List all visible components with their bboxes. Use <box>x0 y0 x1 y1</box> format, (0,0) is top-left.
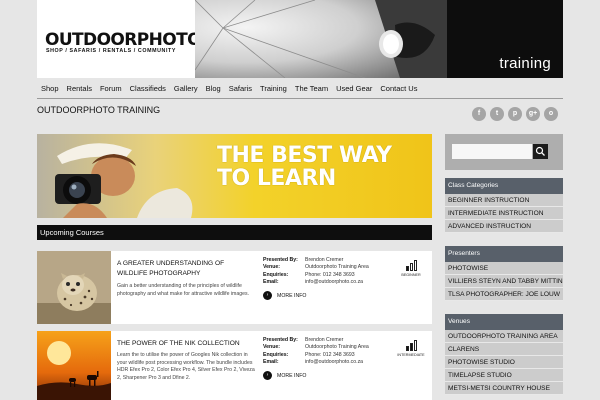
course-thumbnail-cheetah[interactable] <box>37 251 111 324</box>
instagram-icon[interactable]: o <box>544 107 558 121</box>
level-bar <box>405 346 409 351</box>
level-bar <box>405 266 409 271</box>
sidebar-item-clarens[interactable]: CLARENS <box>445 343 563 356</box>
presenter-value: Brendon Cremer <box>305 337 344 343</box>
venue-label: Venue: <box>263 264 281 271</box>
more-info-label: MORE INFO <box>277 372 307 379</box>
presenters-panel: Presenters PHOTOWISE VILLIERS STEYN AND … <box>445 246 563 301</box>
enquiries-value: Phone: 012 348 3693 <box>305 351 355 358</box>
level-indicator: INTERMEDIATE <box>397 340 425 357</box>
course-card: A GREATER UNDERSTANDING OF WILDLIFE PHOT… <box>37 251 432 324</box>
email-label: Email: <box>263 358 279 365</box>
promo-banner[interactable]: THE BEST WAY TO LEARN <box>37 134 432 218</box>
sidebar-item-timelapse-studio[interactable]: TIMELAPSE STUDIO <box>445 369 563 382</box>
site-header: OUTDOORPHOTO SHOP / SAFARIS / RENTALS / … <box>37 0 563 78</box>
chevron-right-icon: › <box>263 291 272 300</box>
venues-panel: Venues OUTDOORPHOTO TRAINING AREA CLAREN… <box>445 314 563 395</box>
enquiries-value: Phone: 012 348 3693 <box>305 271 355 278</box>
header-umbrella-photo <box>195 0 447 78</box>
level-bars-icon <box>397 340 425 351</box>
nav-item-classifieds[interactable]: Classifieds <box>126 80 170 98</box>
sidebar-item-photowise[interactable]: PHOTOWISE <box>445 262 563 275</box>
nav-item-used-gear[interactable]: Used Gear <box>332 80 376 98</box>
sidebar-item-joe-louw[interactable]: TLSA PHOTOGRAPHER: JOE LOUW <box>445 288 563 301</box>
banner-line-1: THE BEST WAY <box>217 143 392 168</box>
email-label: Email: <box>263 278 279 285</box>
main-nav: Shop Rentals Forum Classifieds Gallery B… <box>37 80 563 98</box>
email-value[interactable]: info@outdoorphoto.co.za <box>305 279 363 286</box>
logo[interactable]: OUTDOORPHOTO SHOP / SAFARIS / RENTALS / … <box>37 0 202 78</box>
enquiries-label: Enquiries: <box>263 271 289 278</box>
presented-by-label: Presented By: <box>263 337 298 343</box>
sidebar-item-metsi-metsi[interactable]: METSI-METSI COUNTRY HOUSE <box>445 382 563 395</box>
level-bars-icon <box>397 260 425 271</box>
course-meta: Presented By: Brendon Cremer Venue: Outdoo… <box>263 337 369 366</box>
nav-item-gallery[interactable]: Gallery <box>170 80 202 98</box>
more-info-link[interactable]: › MORE INFO <box>263 291 306 300</box>
course-card: THE POWER OF THE NIK COLLECTION Learn th… <box>37 331 432 400</box>
nav-item-training[interactable]: Training <box>256 80 291 98</box>
banner-line-2: TO LEARN <box>217 166 336 191</box>
logo-text: OUTDOORPHOTO <box>45 30 202 50</box>
pinterest-icon[interactable]: p <box>508 107 522 121</box>
course-thumbnail-sunset[interactable] <box>37 331 111 400</box>
level-label: INTERMEDIATE <box>397 353 425 357</box>
more-info-link[interactable]: › MORE INFO <box>263 371 306 380</box>
presenter-value: Brendon Cremer <box>305 257 344 263</box>
level-label: BEGINNER <box>401 273 421 277</box>
sidebar-item-villiers-steyn[interactable]: VILLIERS STEYN AND TABBY MITTINS <box>445 275 563 288</box>
nav-item-rentals[interactable]: Rentals <box>63 80 96 98</box>
google-plus-icon[interactable]: g+ <box>526 107 540 121</box>
level-bar <box>409 343 413 351</box>
search-input[interactable] <box>452 144 532 159</box>
nav-divider <box>37 98 563 99</box>
facebook-icon[interactable]: f <box>472 107 486 121</box>
presented-by-label: Presented By: <box>263 257 298 263</box>
nav-item-blog[interactable]: Blog <box>202 80 225 98</box>
level-indicator: BEGINNER <box>397 260 425 277</box>
nav-item-contact-us[interactable]: Contact Us <box>376 80 421 98</box>
course-title[interactable]: A GREATER UNDERSTANDING OF WILDLIFE PHOT… <box>117 259 252 279</box>
header-title-panel: training <box>447 0 563 78</box>
more-info-label: MORE INFO <box>277 292 307 299</box>
search-icon <box>535 146 545 156</box>
level-bar <box>413 340 417 351</box>
class-categories-title: Class Categories <box>445 178 563 194</box>
sidebar-item-intermediate[interactable]: INTERMEDIATE INSTRUCTION <box>445 207 563 220</box>
class-categories-panel: Class Categories BEGINNER INSTRUCTION IN… <box>445 178 563 233</box>
course-description: Gain a better understanding of the princ… <box>117 283 250 297</box>
course-title[interactable]: THE POWER OF THE NIK COLLECTION <box>117 339 252 349</box>
enquiries-label: Enquiries: <box>263 351 289 358</box>
banner-headline: THE BEST WAY TO LEARN <box>217 144 392 190</box>
venues-title: Venues <box>445 314 563 330</box>
course-description: Learn the to utilise the power of Google… <box>117 352 255 381</box>
level-bar <box>409 263 413 271</box>
upcoming-courses-header: Upcoming Courses <box>37 225 432 240</box>
nav-item-safaris[interactable]: Safaris <box>225 80 256 98</box>
level-bar <box>413 260 417 271</box>
page-title: OUTDOORPHOTO TRAINING <box>37 105 161 115</box>
sidebar-item-beginner[interactable]: BEGINNER INSTRUCTION <box>445 194 563 207</box>
nav-item-the-team[interactable]: The Team <box>291 80 332 98</box>
social-links: f t p g+ o <box>472 107 558 121</box>
search-button[interactable] <box>533 144 548 159</box>
sidebar-item-advanced[interactable]: ADVANCED INSTRUCTION <box>445 220 563 233</box>
nav-item-shop[interactable]: Shop <box>37 80 63 98</box>
course-meta: Presented By: Brendon Cremer Venue: Outdoo… <box>263 257 369 286</box>
logo-tagline: SHOP / SAFARIS / RENTALS / COMMUNITY <box>46 48 176 54</box>
presenters-title: Presenters <box>445 246 563 262</box>
venue-value: Outdoorphoto Training Area <box>305 264 369 271</box>
sidebar-item-training-area[interactable]: OUTDOORPHOTO TRAINING AREA <box>445 330 563 343</box>
section-title: training <box>499 55 551 72</box>
chevron-right-icon: › <box>263 371 272 380</box>
nav-item-forum[interactable]: Forum <box>96 80 126 98</box>
sidebar-item-photowise-studio[interactable]: PHOTOWISE STUDIO <box>445 356 563 369</box>
twitter-icon[interactable]: t <box>490 107 504 121</box>
sidebar-search <box>445 134 563 170</box>
email-value[interactable]: info@outdoorphoto.co.za <box>305 359 363 366</box>
venue-label: Venue: <box>263 344 281 351</box>
venue-value: Outdoorphoto Training Area <box>305 344 369 351</box>
